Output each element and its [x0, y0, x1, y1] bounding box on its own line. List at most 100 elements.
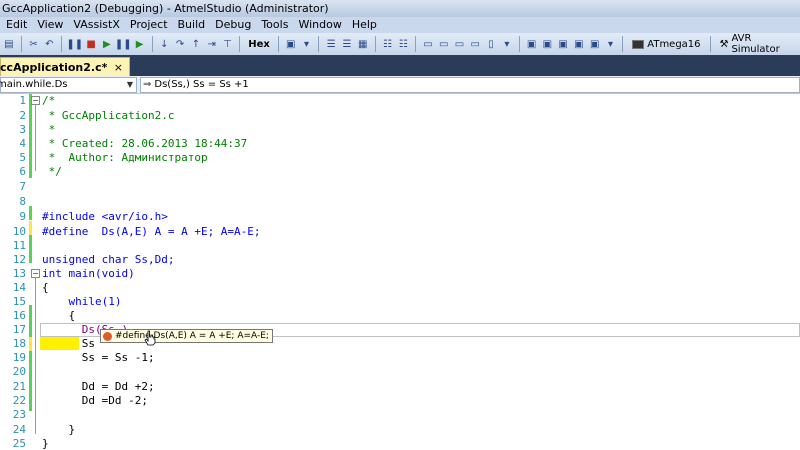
undo-icon[interactable]: ↶ — [42, 37, 56, 52]
member-dropdown[interactable]: ⇒ Ds(Ss,) Ss = Ss +1 — [140, 77, 800, 93]
registers-icon[interactable]: ▭ — [468, 37, 482, 52]
change-marker-unsaved — [29, 221, 32, 235]
scope-value: main.while.Ds — [0, 79, 68, 90]
menu-help[interactable]: Help — [348, 17, 383, 33]
collapse-icon[interactable]: − — [31, 269, 40, 278]
line-number: 14 — [12, 281, 26, 294]
step-over-icon[interactable]: ↷ — [173, 37, 187, 52]
io-view-icon[interactable]: ▯ — [484, 37, 498, 52]
menu-debug[interactable]: Debug — [211, 17, 257, 33]
line-number: 25 — [12, 437, 26, 450]
comment-icon[interactable]: ▦ — [356, 37, 370, 52]
run-icon[interactable]: ▶ — [100, 37, 114, 52]
toolbar-separator — [20, 36, 22, 52]
code-line: #define Ds(A,E) A = A +E; A=A-E; — [42, 225, 261, 238]
step-into-icon[interactable]: ↓ — [157, 37, 171, 52]
watch-icon[interactable]: ▭ — [453, 37, 467, 52]
toolbar-separator — [151, 36, 153, 52]
line-number: 9 — [19, 210, 26, 223]
chevron-down-icon: ▼ — [126, 80, 133, 89]
device-label: ATmega16 — [647, 38, 701, 50]
menu-build[interactable]: Build — [174, 17, 212, 33]
break-all-icon[interactable]: ❚❚ — [115, 37, 132, 52]
align-right-icon[interactable]: ☰ — [340, 37, 354, 52]
line-number: 18 — [12, 337, 26, 350]
change-marker-saved — [29, 351, 32, 411]
code-line: * GccApplication2.c — [42, 109, 175, 122]
line-number: 24 — [12, 423, 26, 436]
tab-gccapplication2[interactable]: GccApplication2.c* × — [0, 57, 130, 76]
disassembly-icon[interactable]: ▭ — [437, 37, 451, 52]
collapse-icon[interactable]: − — [31, 96, 40, 105]
toolbar-separator — [239, 36, 241, 52]
toolbar-separator — [415, 36, 417, 52]
step-out-icon[interactable]: ↑ — [189, 37, 203, 52]
macro-icon — [103, 331, 112, 341]
line-number: 22 — [12, 394, 26, 407]
code-line: int main(void) — [42, 267, 135, 280]
code-line: Ss — [42, 337, 95, 350]
list-icon[interactable]: ☷ — [381, 37, 395, 52]
cut-icon[interactable]: ✂ — [27, 37, 41, 52]
device-programming-icon[interactable]: ▣ — [540, 37, 554, 52]
menu-edit[interactable]: Edit — [2, 17, 33, 33]
hammer-icon: ⚒ — [719, 38, 729, 50]
run-to-cursor-icon[interactable]: ⇥ — [205, 37, 219, 52]
menu-vassistx[interactable]: VAssistX — [69, 17, 125, 33]
macro-definition-tooltip: #define Ds(A,E) A = A +E; A=A-E; — [100, 329, 273, 343]
document-tab-strip: GccApplication2.c* × — [0, 55, 800, 76]
pause-icon[interactable]: ❚❚ — [66, 37, 83, 52]
close-icon[interactable]: × — [114, 61, 123, 74]
code-line: */ — [42, 165, 62, 178]
scope-dropdown[interactable]: main.while.Ds ▼ — [0, 77, 137, 93]
code-line: while(1) — [42, 295, 122, 308]
line-number: 23 — [12, 408, 26, 421]
format-icon[interactable]: ☷ — [396, 37, 410, 52]
macro-icon: ⇒ — [143, 79, 152, 90]
menu-view[interactable]: View — [33, 17, 69, 33]
processor-icon[interactable]: ▣ — [525, 37, 539, 52]
code-line: { — [42, 281, 49, 294]
breakpoint-window-icon[interactable]: ▣ — [284, 37, 298, 52]
line-number: 16 — [12, 309, 26, 322]
line-number-gutter: 1 2 3 4 5 6 7 8 9 10 11 12 13 14 15 16 1… — [0, 94, 40, 450]
line-number: 10 — [12, 225, 26, 238]
toolbar-separator — [61, 36, 63, 52]
window-title: GccApplication2 (Debugging) - AtmelStudi… — [2, 2, 329, 15]
tool-selector[interactable]: ⚒ AVR Simulator — [715, 33, 800, 55]
continue-icon[interactable]: ▶ — [133, 37, 147, 52]
menu-bar: Edit View VAssistX Project Build Debug T… — [0, 17, 800, 33]
line-number: 7 — [19, 180, 26, 193]
menu-tools[interactable]: Tools — [257, 17, 294, 33]
change-marker-saved — [29, 94, 32, 178]
dropdown-arrow-icon[interactable]: ▾ — [300, 37, 314, 52]
window-icon[interactable]: ▣ — [556, 37, 570, 52]
menu-window[interactable]: Window — [294, 17, 347, 33]
dropdown-arrow-icon[interactable]: ▾ — [604, 37, 618, 52]
change-marker-saved — [29, 305, 32, 337]
dropdown-arrow-icon[interactable]: ▾ — [500, 37, 514, 52]
line-number: 4 — [19, 137, 26, 150]
code-line: * Created: 28.06.2013 18:44:37 — [42, 137, 248, 150]
align-left-icon[interactable]: ☰ — [324, 37, 338, 52]
stop-icon[interactable]: ■ — [84, 37, 98, 52]
debug-toolbar: ▤ ✂ ↶ ❚❚ ■ ▶ ❚❚ ▶ ↓ ↷ ↑ ⇥ ⊤ Hex ▣ ▾ ☰ ☰ … — [0, 33, 800, 55]
tool-label: AVR Simulator — [731, 33, 780, 55]
code-line: #include <avr/io.h> — [42, 210, 168, 223]
member-value: Ds(Ss,) Ss = Ss +1 — [154, 79, 249, 90]
options-icon[interactable]: ▣ — [588, 37, 602, 52]
reset-icon[interactable]: ⊤ — [221, 37, 235, 52]
line-number: 12 — [12, 253, 26, 266]
save-icon[interactable]: ▤ — [2, 37, 16, 52]
hex-toggle-button[interactable]: Hex — [245, 39, 273, 50]
memory-icon[interactable]: ▭ — [421, 37, 435, 52]
tab-label: GccApplication2.c* — [0, 60, 108, 74]
line-number: 6 — [19, 165, 26, 178]
window-title-bar: GccApplication2 (Debugging) - AtmelStudi… — [0, 0, 800, 17]
menu-project[interactable]: Project — [126, 17, 174, 33]
code-editor[interactable]: 1 2 3 4 5 6 7 8 9 10 11 12 13 14 15 16 1… — [0, 94, 800, 450]
code-line: unsigned char Ss,Dd; — [42, 253, 175, 266]
terminal-icon[interactable]: ▣ — [572, 37, 586, 52]
hand-pointer-icon — [144, 330, 156, 346]
device-selector[interactable]: ATmega16 — [628, 39, 704, 50]
